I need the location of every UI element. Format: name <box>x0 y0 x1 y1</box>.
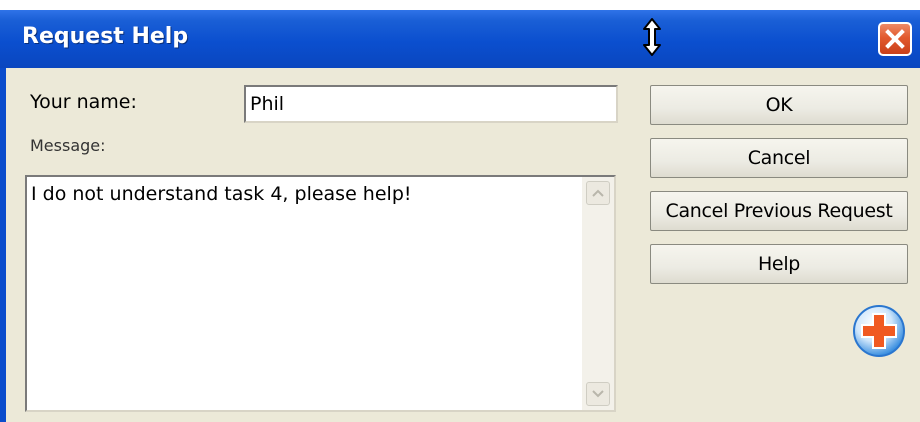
your-name-input[interactable] <box>244 85 618 123</box>
scroll-up-button[interactable] <box>586 181 610 205</box>
close-icon <box>885 29 905 49</box>
close-button[interactable] <box>878 22 912 56</box>
scroll-up-icon <box>592 189 604 197</box>
window-title: Request Help <box>22 24 189 49</box>
scroll-down-button[interactable] <box>586 382 610 406</box>
message-textarea[interactable]: I do not understand task 4, please help! <box>27 177 579 410</box>
ok-button[interactable]: OK <box>650 85 908 125</box>
title-bar[interactable]: Request Help <box>0 10 920 68</box>
message-label: Message: <box>30 136 106 155</box>
scroll-down-icon <box>592 390 604 398</box>
cancel-previous-request-button[interactable]: Cancel Previous Request <box>650 191 908 231</box>
request-help-dialog: Request Help Your name: Message: I do no… <box>0 10 920 422</box>
your-name-label: Your name: <box>30 91 137 113</box>
help-button[interactable]: Help <box>650 244 908 284</box>
message-scrollbar[interactable] <box>582 177 614 410</box>
window-left-border <box>0 68 6 422</box>
vertical-resize-cursor-icon <box>643 18 661 56</box>
message-box: I do not understand task 4, please help! <box>25 175 616 412</box>
cancel-button[interactable]: Cancel <box>650 138 908 178</box>
add-request-icon[interactable] <box>852 304 906 358</box>
